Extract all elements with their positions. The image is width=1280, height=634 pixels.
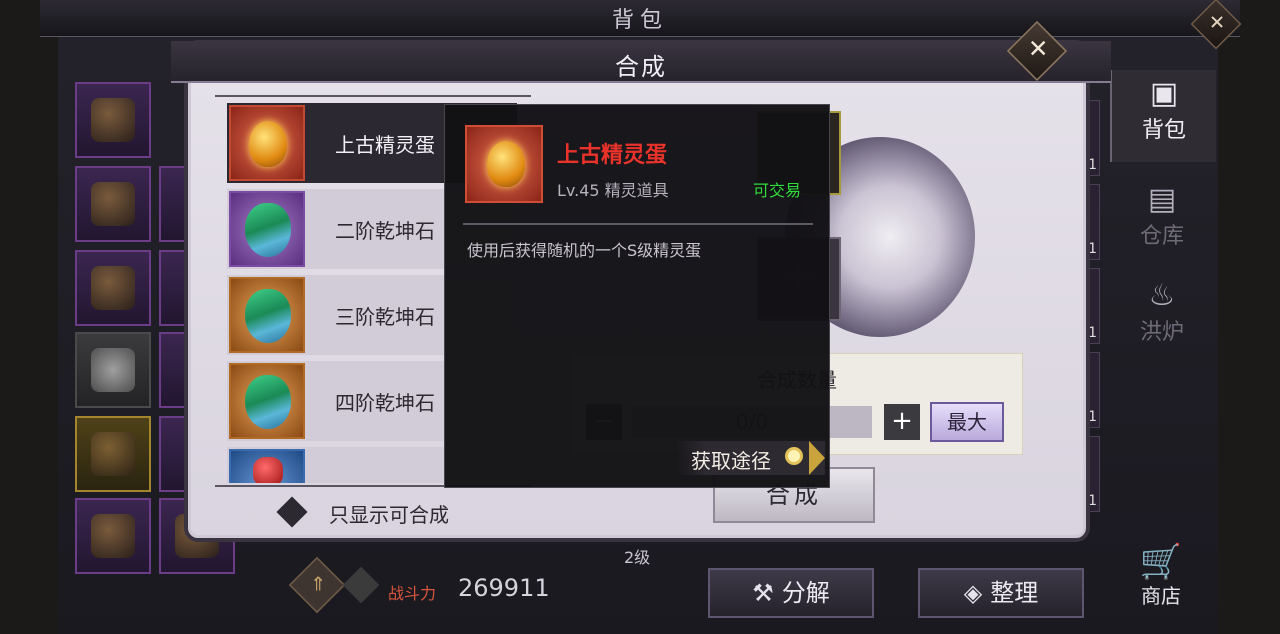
item-thumbnail [229,363,305,439]
inventory-slot[interactable] [75,250,151,326]
item-tooltip: 上古精灵蛋 Lv.45 精灵道具 可交易 使用后获得随机的一个S级精灵蛋 获取途… [444,104,830,488]
bag-icon: ▣ [1149,76,1179,111]
wrench-icon: ⚒ [752,579,774,607]
item-count: 1 [1088,157,1097,173]
inventory-slot[interactable] [75,332,151,408]
egg-icon [487,141,525,187]
item-thumbnail [229,105,305,181]
backpack-title: 背包 [611,8,668,33]
inventory-slot[interactable] [75,498,151,574]
item-thumbnail [229,191,305,267]
egg-icon [249,121,287,167]
tooltip-item-level: Lv.45 精灵道具 [557,181,669,200]
item-icon [91,348,135,392]
item-icon [91,432,135,476]
close-icon: ✕ [1027,35,1049,64]
tooltip-divider [463,223,813,225]
item-thumbnail [229,277,305,353]
tab-storage-label: 仓库 [1139,224,1184,249]
inventory-slot[interactable] [75,82,151,158]
tooltip-item-name: 上古精灵蛋 [557,143,668,168]
item-thumbnail [229,449,305,483]
item-count: 1 [1088,241,1097,257]
checkbox-diamond-icon [276,496,308,528]
layers-icon: ◈ [963,579,983,607]
cart-icon: 🛒 [1139,542,1183,582]
target-dot-icon [785,447,803,465]
item-icon [91,182,135,226]
list-divider [215,95,531,97]
backpack-titlebar: 背包 [40,0,1240,37]
item-icon [91,266,135,310]
decompose-button[interactable]: ⚒ 分解 [708,568,874,618]
recipe-item-name: 四阶乾坤石 [335,391,435,415]
tooltip-description: 使用后获得随机的一个S级精灵蛋 [467,241,702,260]
tab-furnace[interactable]: ♨ 洪炉 [1110,272,1214,364]
arrow-up-icon: ⇑ [310,572,327,596]
furnace-icon: ♨ [1148,278,1176,313]
recipe-item-name: 二阶乾坤石 [335,219,435,243]
close-icon: ✕ [1208,11,1226,35]
upgrade-button[interactable]: ⇑ [288,556,346,614]
recipe-item-name: 上古精灵蛋 [335,133,435,157]
quantity-max-button[interactable]: 最大 [930,402,1004,442]
level-label: 2级 [624,548,651,567]
arrow-right-icon [809,441,825,475]
sort-button[interactable]: ◈ 整理 [918,568,1084,618]
item-count: 1 [1088,493,1097,509]
power-value: 269911 [458,574,550,602]
power-label: 战斗力 [388,584,437,603]
tooltip-item-icon [465,125,543,203]
filter-label: 只显示可合成 [329,503,449,527]
item-count: 1 [1088,325,1097,341]
chest-icon: ▤ [1147,182,1177,217]
synthesis-titlebar: 合成 ✕ [171,20,1111,83]
obtain-source-label: 获取途径 [691,449,771,473]
tooltip-tradable: 可交易 [753,181,802,200]
inventory-slot[interactable] [75,416,151,492]
gem-icon [245,203,291,257]
obtain-source-button[interactable]: 获取途径 [677,441,825,475]
shop-button[interactable]: 🛒 商店 [1126,544,1196,609]
recipe-item-name: 三阶乾坤石 [335,305,435,329]
ruby-icon [253,457,283,483]
tab-furnace-label: 洪炉 [1139,320,1184,345]
inventory-slot[interactable] [75,166,151,242]
gem-icon [245,289,291,343]
tab-storage[interactable]: ▤ 仓库 [1110,176,1214,268]
synthesis-title: 合成 [615,53,667,81]
combat-power: ⇑ 战斗力 269911 [288,556,592,614]
shop-label: 商店 [1141,584,1181,608]
gem-icon [245,375,291,429]
tab-bag[interactable]: ▣ 背包 [1110,70,1216,162]
quantity-plus-button[interactable]: + [884,404,920,440]
power-diamond-icon [342,566,380,604]
item-icon [91,98,135,142]
item-count: 1 [1088,409,1097,425]
item-icon [91,514,135,558]
decompose-label: 分解 [781,579,830,607]
sort-label: 整理 [990,579,1039,607]
tab-bag-label: 背包 [1141,118,1186,143]
